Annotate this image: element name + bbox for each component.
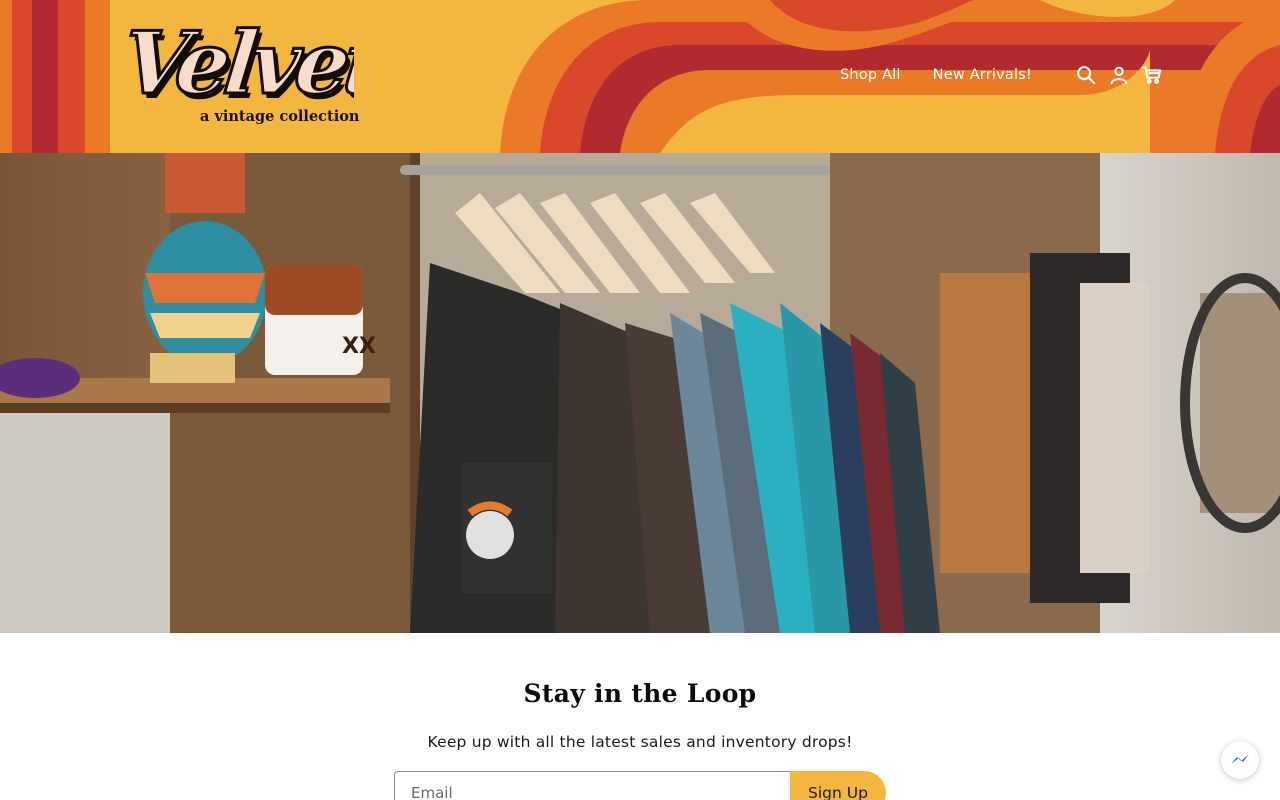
account-icon[interactable] — [1108, 64, 1130, 86]
newsletter-section: Stay in the Loop Keep up with all the la… — [0, 633, 1280, 800]
email-field[interactable] — [394, 771, 790, 800]
vintage-store-photo: XX — [0, 153, 1280, 633]
svg-text:XX: XX — [342, 334, 376, 359]
cart-icon[interactable] — [1141, 64, 1163, 86]
logo-tagline: a vintage collection — [200, 108, 360, 125]
nav-new-arrivals[interactable]: New Arrivals! — [933, 67, 1032, 83]
newsletter-form: Sign Up — [394, 771, 886, 800]
nav-shop-all[interactable]: Shop All — [840, 67, 901, 83]
newsletter-title: Stay in the Loop — [523, 679, 757, 708]
site-header: Velvet Velvet a vintage collection Shop … — [0, 0, 1280, 153]
messenger-chat-button[interactable] — [1221, 741, 1259, 779]
hero-image: XX — [0, 153, 1280, 633]
sign-up-button[interactable]: Sign Up — [790, 771, 886, 800]
logo-wordmark: Velvet Velvet — [124, 18, 354, 110]
brand-logo[interactable]: Velvet Velvet a vintage collection — [124, 18, 359, 130]
search-icon[interactable] — [1075, 64, 1097, 86]
svg-text:Velvet: Velvet — [124, 18, 354, 110]
newsletter-subtitle: Keep up with all the latest sales and in… — [427, 733, 853, 751]
main-nav: Shop All New Arrivals! — [840, 64, 1163, 86]
messenger-icon — [1231, 754, 1249, 764]
